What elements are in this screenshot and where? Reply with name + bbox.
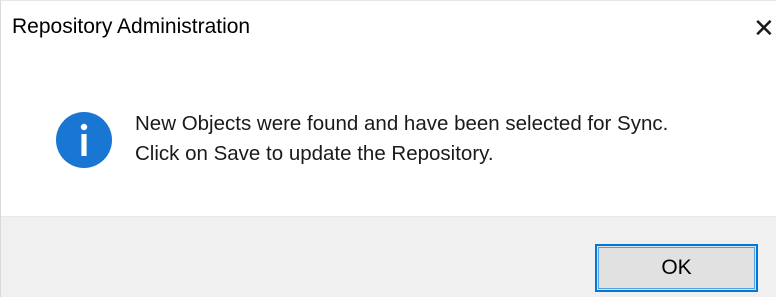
- info-icon: [56, 112, 112, 168]
- title-bar: Repository Administration ✕: [1, 1, 776, 59]
- message-dialog: Repository Administration ✕ New Objects …: [0, 0, 776, 297]
- ok-button[interactable]: OK: [595, 244, 758, 292]
- message-line-1: New Objects were found and have been sel…: [135, 112, 669, 135]
- message-text: New Objects were found and have been sel…: [135, 109, 668, 169]
- dialog-content: New Objects were found and have been sel…: [1, 59, 776, 216]
- ok-button-label: OK: [661, 256, 692, 279]
- close-button[interactable]: ✕: [753, 13, 776, 43]
- button-bar: OK: [1, 216, 776, 297]
- dialog-title: Repository Administration: [12, 15, 251, 38]
- close-icon: ✕: [753, 13, 775, 43]
- message-line-2: Click on Save to update the Repository.: [135, 142, 494, 165]
